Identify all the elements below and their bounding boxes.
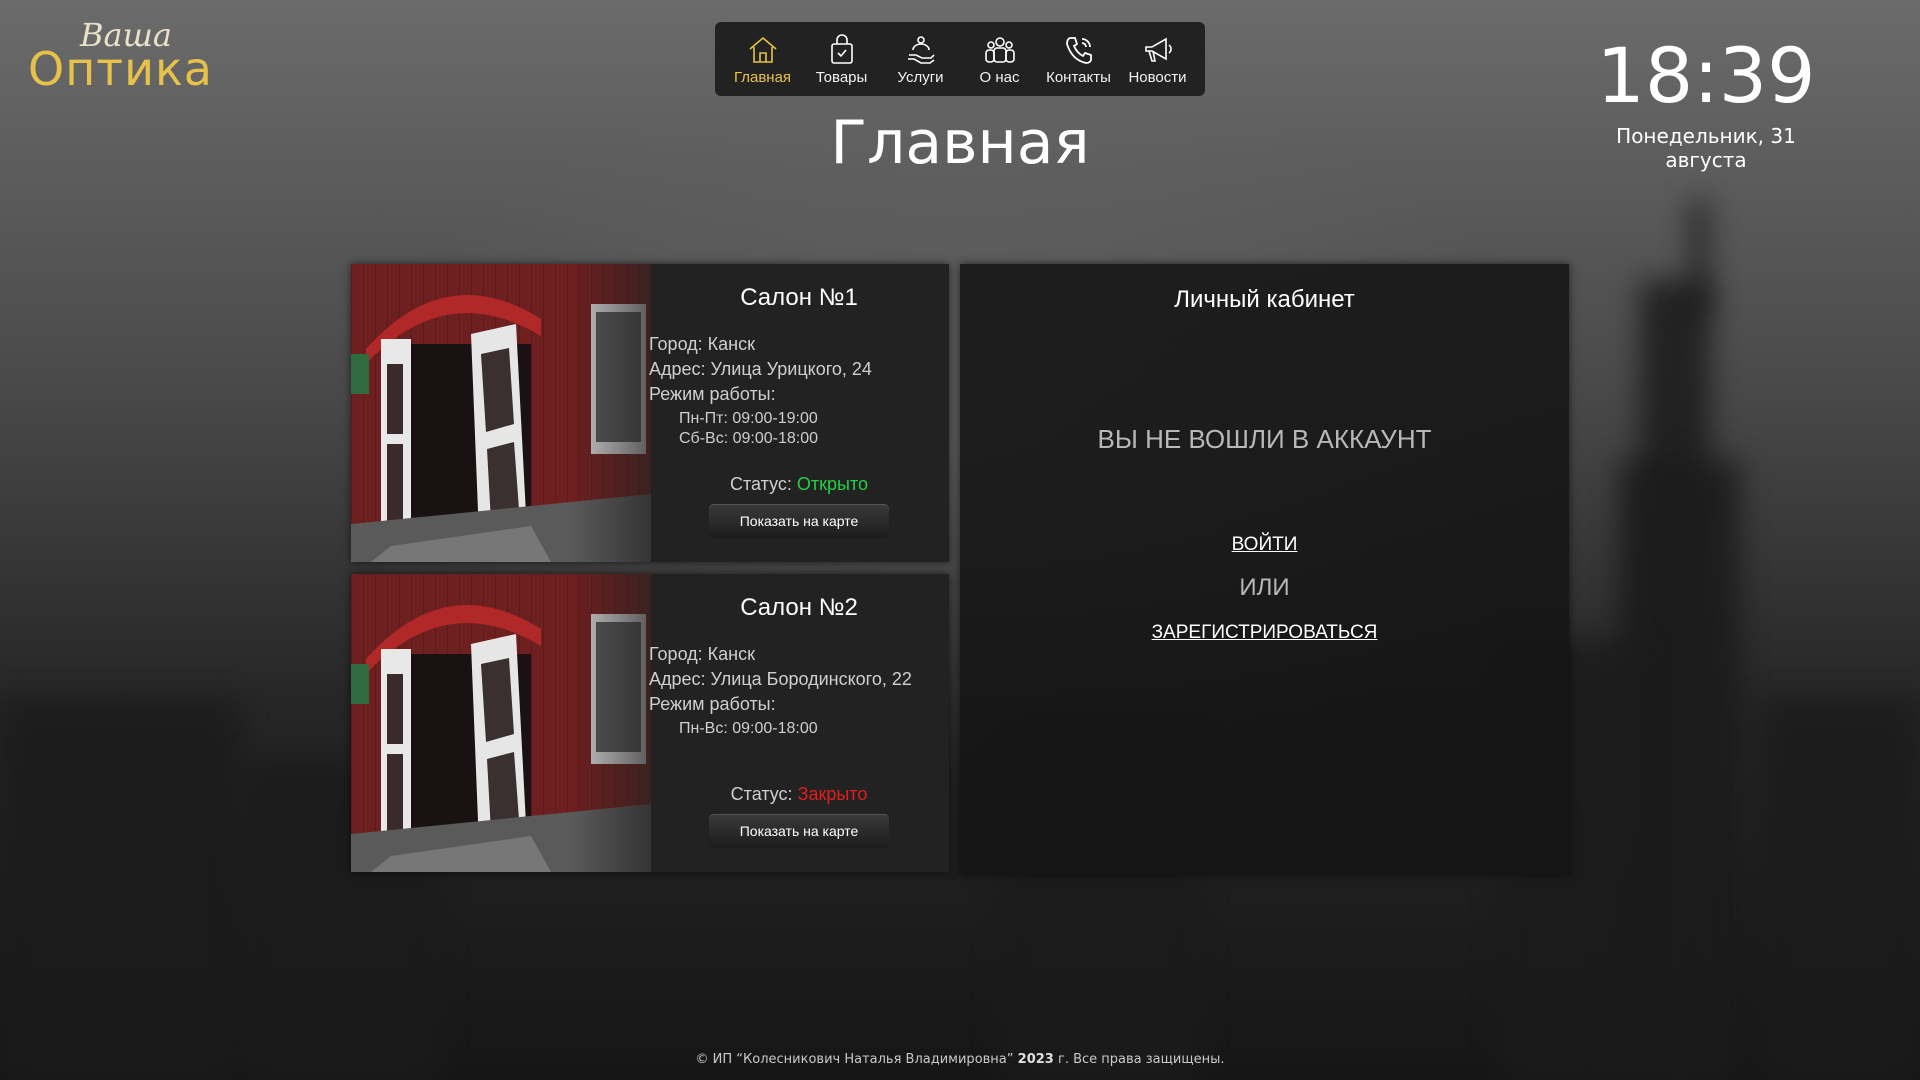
or-separator: ИЛИ bbox=[1239, 574, 1290, 601]
home-icon bbox=[748, 36, 777, 63]
brand-logo[interactable]: Ваша Оптика bbox=[28, 16, 238, 96]
nav-item-contacts[interactable]: Контакты bbox=[1040, 33, 1118, 86]
salon-title: Салон №2 bbox=[740, 594, 858, 621]
service-hand-icon bbox=[907, 35, 935, 64]
main-nav: Главная Товары Услуги О нас Контакты Нов… bbox=[715, 22, 1205, 96]
clock-widget: 18:39 Понедельник, 31 августа bbox=[1576, 31, 1836, 173]
show-on-map-button[interactable]: Показать на карте bbox=[709, 504, 889, 538]
nav-item-about[interactable]: О нас bbox=[961, 33, 1039, 86]
not-logged-in-notice: ВЫ НЕ ВОШЛИ В АККАУНТ bbox=[1097, 424, 1432, 454]
footer-year: 2023 bbox=[1017, 1052, 1054, 1067]
salon-hours: Пн-Вс: 09:00-18:00 bbox=[679, 719, 818, 739]
nav-label: Контакты bbox=[1046, 68, 1111, 86]
login-link[interactable]: ВОЙТИ bbox=[960, 534, 1569, 556]
salon-status: Статус: Закрыто bbox=[649, 784, 949, 805]
hours-line: Сб-Вс: 09:00-18:00 bbox=[679, 430, 819, 447]
show-on-map-button[interactable]: Показать на карте bbox=[709, 814, 889, 848]
footer-copyright: © ИП “Колесникович Наталья Владимировна”… bbox=[0, 1052, 1920, 1067]
shopping-bag-icon bbox=[830, 33, 853, 64]
nav-label: Главная bbox=[733, 68, 792, 86]
nav-item-products[interactable]: Товары bbox=[803, 33, 881, 86]
salon-card-2: Салон №2 Город: Канск Адрес: Улица Бород… bbox=[351, 574, 949, 872]
clock-time: 18:39 bbox=[1596, 31, 1816, 120]
salon-status: Статус: Открыто bbox=[649, 474, 949, 495]
nav-item-news[interactable]: Новости bbox=[1119, 33, 1197, 86]
nav-label: О нас bbox=[979, 68, 1020, 86]
phone-icon bbox=[1065, 36, 1092, 64]
status-badge: Закрыто bbox=[797, 784, 868, 804]
status-badge: Открыто bbox=[796, 474, 869, 494]
nav-item-services[interactable]: Услуги bbox=[882, 33, 960, 86]
footer-prefix: © ИП “Колесникович Наталья Владимировна” bbox=[695, 1052, 1014, 1067]
salon-info: Салон №1 Город: Канск Адрес: Улица Урицк… bbox=[649, 264, 949, 562]
salon-info: Салон №2 Город: Канск Адрес: Улица Бород… bbox=[649, 574, 949, 872]
register-link[interactable]: ЗАРЕГИСТРИРОВАТЬСЯ bbox=[960, 622, 1569, 644]
salon-hours-label: Режим работы: bbox=[649, 384, 776, 404]
salon-title: Салон №1 bbox=[740, 284, 858, 311]
nav-label: Услуги bbox=[897, 68, 944, 86]
salon-city: Город: Канск bbox=[649, 334, 755, 354]
salon-hours-label: Режим работы: bbox=[649, 694, 776, 714]
nav-item-home[interactable]: Главная bbox=[724, 33, 802, 86]
salon-address: Адрес: Улица Бородинского, 22 bbox=[649, 669, 912, 689]
account-title: Личный кабинет bbox=[1174, 286, 1355, 313]
nav-label: Новости bbox=[1128, 68, 1187, 86]
salon-card-1: Салон №1 Город: Канск Адрес: Улица Урицк… bbox=[351, 264, 949, 562]
status-label: Статус: bbox=[730, 784, 793, 804]
status-label: Статус: bbox=[729, 474, 792, 494]
salon-city: Город: Канск bbox=[649, 644, 755, 664]
hours-line: Пн-Пт: 09:00-19:00 bbox=[679, 410, 818, 427]
salon-hours: Пн-Пт: 09:00-19:00 Сб-Вс: 09:00-18:00 bbox=[679, 409, 818, 449]
nav-label: Товары bbox=[815, 68, 868, 86]
salon-address: Адрес: Улица Урицкого, 24 bbox=[649, 359, 872, 379]
account-panel: Личный кабинет ВЫ НЕ ВОШЛИ В АККАУНТ ВОЙ… bbox=[960, 264, 1569, 874]
megaphone-icon bbox=[1144, 37, 1172, 62]
hours-line: Пн-Вс: 09:00-18:00 bbox=[679, 720, 818, 737]
footer-suffix: г. Все права защищены. bbox=[1057, 1052, 1225, 1067]
clock-date: Понедельник, 31 августа bbox=[1616, 124, 1796, 172]
team-icon bbox=[984, 36, 1015, 63]
logo-main-text: Оптика bbox=[28, 42, 213, 96]
